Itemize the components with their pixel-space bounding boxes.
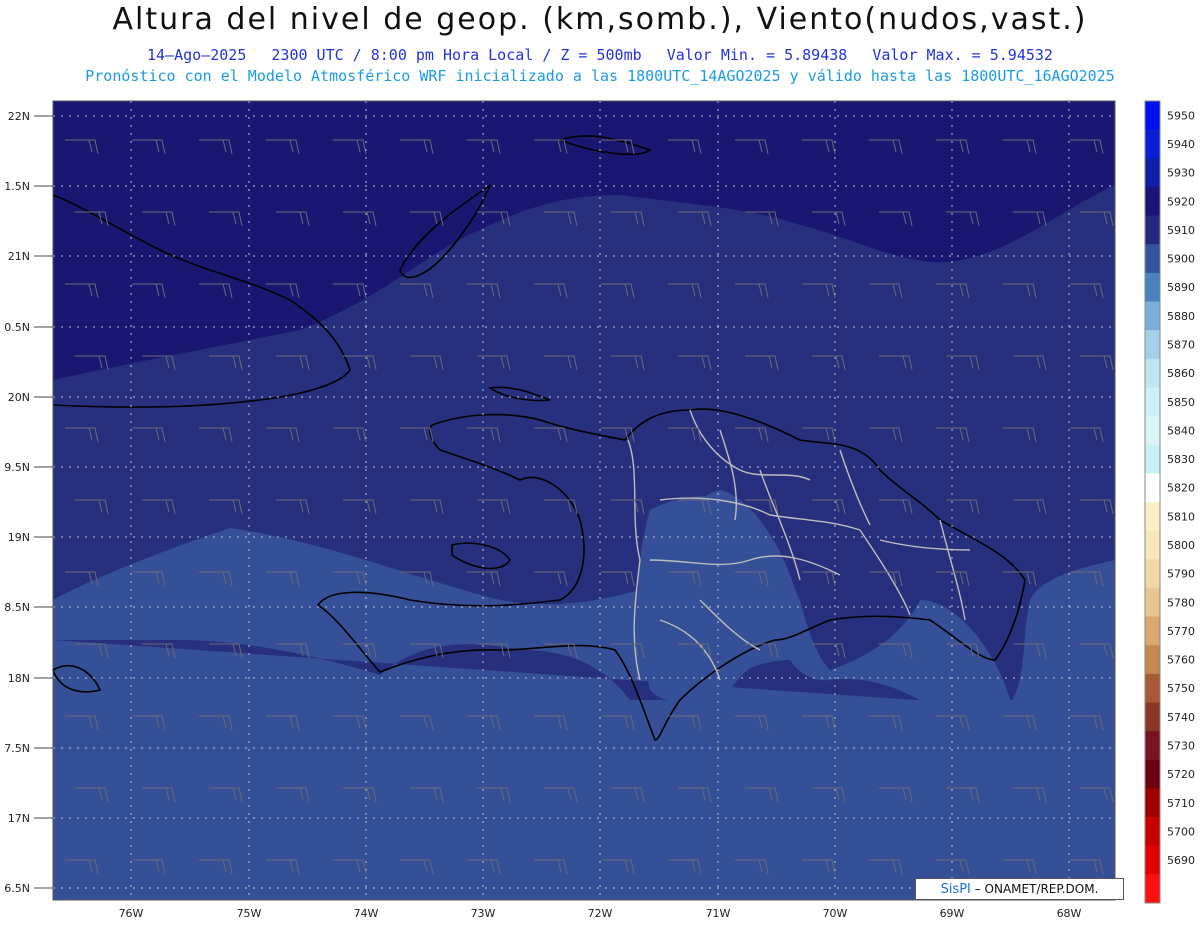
colorbar: 5950 5940 5930 5920 5910 5900 5890 5880 5870 5860… (1144, 100, 1195, 904)
colorbar-label: 5780 (1167, 596, 1195, 609)
colorbar-label: 5840 (1167, 424, 1195, 437)
lon-label: 74W (354, 907, 379, 920)
colorbar-swatch (1145, 645, 1160, 675)
colorbar-label: 5720 (1167, 768, 1195, 781)
colorbar-label: 5940 (1167, 138, 1195, 151)
colorbar-swatch (1145, 186, 1160, 217)
colorbar-swatch (1145, 845, 1160, 875)
credit-text: – ONAMET/REP.DOM. (974, 882, 1099, 896)
colorbar-label: 5890 (1167, 281, 1195, 294)
lat-label: 21N (8, 250, 30, 263)
lon-label: 73W (471, 907, 496, 920)
lat-axis: 22N 1.5N 21N 0.5N 20N 9.5N 19N 8.5N 18N … (4, 110, 53, 895)
colorbar-swatch (1145, 731, 1160, 761)
sispi-logo: SisPI (940, 882, 971, 897)
lat-label: 6.5N (4, 882, 30, 895)
colorbar-label: 5950 (1167, 109, 1195, 122)
lon-label: 72W (588, 907, 613, 920)
colorbar-label: 5900 (1167, 253, 1195, 266)
south-band-lower (53, 700, 1115, 900)
colorbar-label: 5750 (1167, 682, 1195, 695)
colorbar-swatch (1145, 587, 1160, 618)
colorbar-label: 5910 (1167, 224, 1195, 237)
lon-label: 75W (237, 907, 262, 920)
colorbar-swatch (1145, 616, 1160, 646)
colorbar-label: 5930 (1167, 167, 1195, 180)
colorbar-swatch (1145, 874, 1160, 904)
colorbar-swatch (1145, 530, 1160, 560)
colorbar-label: 5690 (1167, 854, 1195, 867)
colorbar-swatch (1145, 416, 1160, 446)
lon-label: 70W (823, 907, 848, 920)
lon-label: 71W (706, 907, 731, 920)
lat-label: 19N (8, 531, 30, 544)
lat-label: 17N (8, 812, 30, 825)
colorbar-swatch (1145, 473, 1160, 503)
colorbar-swatch (1145, 358, 1160, 388)
lat-label: 0.5N (4, 321, 30, 334)
colorbar-label: 5700 (1167, 825, 1195, 838)
colorbar-swatch (1145, 788, 1160, 818)
lat-label: 22N (8, 110, 30, 123)
colorbar-label: 5830 (1167, 453, 1195, 466)
lon-label: 69W (940, 907, 965, 920)
lon-label: 68W (1057, 907, 1082, 920)
colorbar-swatch (1145, 673, 1160, 703)
colorbar-swatch (1145, 330, 1160, 360)
map-figure: 22N 1.5N 21N 0.5N 20N 9.5N 19N 8.5N 18N … (4, 100, 1195, 920)
colorbar-swatch (1145, 301, 1160, 331)
colorbar-label: 5760 (1167, 654, 1195, 667)
credit-box: SisPI – ONAMET/REP.DOM. (915, 878, 1124, 900)
colorbar-label: 5790 (1167, 568, 1195, 581)
colorbar-swatch (1145, 387, 1160, 417)
colorbar-swatch (1145, 215, 1160, 245)
colorbar-swatch (1145, 444, 1160, 474)
colorbar-swatch (1145, 502, 1160, 532)
colorbar-label: 5710 (1167, 797, 1195, 810)
colorbar-label: 5740 (1167, 711, 1195, 724)
colorbar-label: 5920 (1167, 195, 1195, 208)
colorbar-swatch (1145, 158, 1160, 188)
lat-label: 1.5N (4, 180, 30, 193)
colorbar-label: 5860 (1167, 367, 1195, 380)
colorbar-swatch (1145, 129, 1160, 159)
colorbar-swatch (1145, 272, 1160, 302)
colorbar-label: 5870 (1167, 338, 1195, 351)
colorbar-swatch (1145, 244, 1160, 274)
colorbar-swatch (1145, 101, 1160, 131)
lat-label: 8.5N (4, 601, 30, 614)
colorbar-swatch (1145, 559, 1160, 589)
colorbar-label: 5810 (1167, 510, 1195, 523)
lon-label: 76W (119, 907, 144, 920)
colorbar-swatch (1145, 702, 1160, 732)
colorbar-label: 5730 (1167, 739, 1195, 752)
lon-axis: 76W 75W 74W 73W 72W 71W 70W 69W 68W (119, 907, 1082, 920)
colorbar-label: 5880 (1167, 310, 1195, 323)
colorbar-swatch (1145, 759, 1160, 789)
lat-label: 9.5N (4, 461, 30, 474)
colorbar-label: 5820 (1167, 482, 1195, 495)
lat-label: 20N (8, 391, 30, 404)
lat-label: 18N (8, 672, 30, 685)
colorbar-swatch (1145, 817, 1160, 847)
colorbar-label: 5850 (1167, 396, 1195, 409)
lat-label: 7.5N (4, 742, 30, 755)
colorbar-label: 5770 (1167, 625, 1195, 638)
colorbar-label: 5800 (1167, 539, 1195, 552)
